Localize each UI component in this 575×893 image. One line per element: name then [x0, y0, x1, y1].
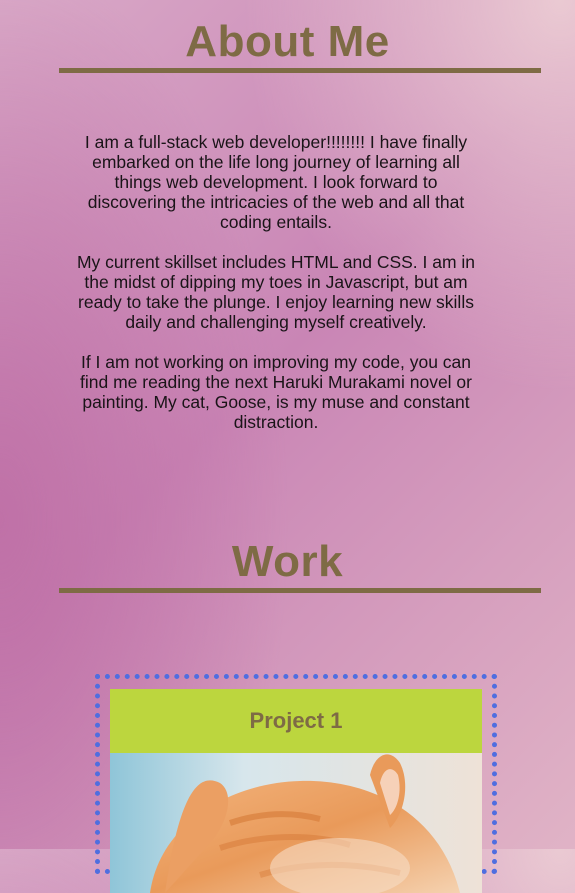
orange-cat-image — [110, 753, 482, 893]
project-title[interactable]: Project 1 — [110, 689, 482, 753]
about-paragraph: I am a full-stack web developer!!!!!!!! … — [84, 132, 468, 232]
work-divider — [59, 588, 541, 593]
about-paragraph: My current skillset includes HTML and CS… — [76, 252, 476, 332]
project-image[interactable] — [110, 753, 482, 893]
work-heading: Work — [231, 537, 344, 586]
about-divider — [59, 68, 541, 73]
about-paragraph: If I am not working on improving my code… — [80, 352, 472, 432]
project-card[interactable]: Project 1 — [95, 674, 497, 893]
about-text: I am a full-stack web developer!!!!!!!! … — [76, 132, 476, 452]
about-me-heading: About Me — [185, 17, 390, 66]
